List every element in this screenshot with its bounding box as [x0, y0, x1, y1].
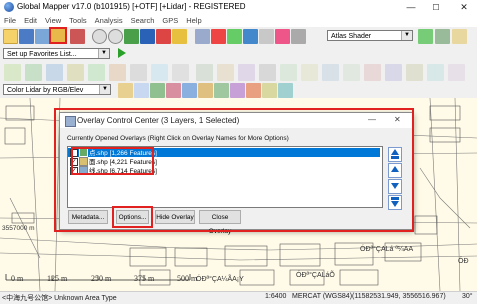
status-area-type: <中海九号公馆> Unknown Area Type: [2, 295, 117, 302]
map-place-label: ÓÐª°ÇALá ª¼AA: [360, 246, 414, 253]
menu-search[interactable]: Search: [127, 15, 159, 27]
path-profile-icon[interactable]: [259, 29, 274, 44]
lighting-icon[interactable]: [435, 29, 450, 44]
lidar-filter-icon[interactable]: [214, 83, 229, 98]
terrain-icon[interactable]: [452, 29, 467, 44]
menu-tools[interactable]: Tools: [65, 15, 91, 27]
rotate-tool-icon[interactable]: [364, 64, 381, 81]
reshape-tool-icon[interactable]: [427, 64, 444, 81]
scale-label-4: 500 m: [177, 274, 198, 283]
home-icon[interactable]: [140, 29, 155, 44]
split-tool-icon[interactable]: [259, 64, 276, 81]
search-icon[interactable]: [243, 29, 258, 44]
point-tool-icon[interactable]: [88, 64, 105, 81]
scale-label-2: 250 m: [91, 274, 112, 283]
insert-vertex-icon[interactable]: [217, 64, 234, 81]
open-folder-icon[interactable]: [3, 29, 18, 44]
status-extra: 30°: [462, 293, 473, 300]
window-title: Global Mapper v17.0 (b101915) [+OTF] [+L…: [17, 2, 246, 11]
measure-icon[interactable]: [195, 29, 210, 44]
shader-options-icon[interactable]: [418, 29, 433, 44]
info-icon[interactable]: [211, 29, 226, 44]
chevron-down-icon: ▼: [98, 49, 109, 58]
measure-tool-icon[interactable]: [172, 64, 189, 81]
menu-gps[interactable]: GPS: [158, 15, 182, 27]
menu-view[interactable]: View: [41, 15, 65, 27]
scale-tool-icon[interactable]: [385, 64, 402, 81]
map-place-label: ÓÐª°ÇA¼ÃA¡Y: [196, 276, 244, 283]
delete-vertex-icon[interactable]: [238, 64, 255, 81]
lidar-class-icon[interactable]: [134, 83, 149, 98]
maximize-button[interactable]: ☐: [424, 0, 448, 15]
edit-tool-icon[interactable]: [4, 64, 21, 81]
refresh-icon[interactable]: [156, 29, 171, 44]
print-icon[interactable]: [35, 29, 50, 44]
main-toolbar: Atlas Shader ▼: [0, 27, 477, 46]
gps-icon[interactable]: [291, 29, 306, 44]
scale-label-0: 0 m: [11, 274, 24, 283]
favorites-toolbar: Set up Favorites List... ▼: [0, 45, 477, 62]
buffer-tool-icon[interactable]: [301, 64, 318, 81]
lidar-source-icon[interactable]: [198, 83, 213, 98]
line-tool-icon[interactable]: [67, 64, 84, 81]
zoom-out-icon[interactable]: [108, 29, 123, 44]
scale-label-3: 375 m: [134, 274, 155, 283]
coordinate-label: 3557000 m: [2, 225, 35, 232]
lidar-intensity-icon[interactable]: [150, 83, 165, 98]
lidar-height-icon[interactable]: [182, 83, 197, 98]
circle-tool-icon[interactable]: [109, 64, 126, 81]
lidar-profile-icon[interactable]: [230, 83, 245, 98]
overlay-icon-highlight: [49, 27, 67, 44]
zoom-in-icon[interactable]: [92, 29, 107, 44]
chevron-down-icon: ▼: [401, 31, 412, 40]
minimize-button[interactable]: —: [399, 0, 423, 15]
range-ring-icon[interactable]: [151, 64, 168, 81]
3d-view-icon[interactable]: [275, 29, 290, 44]
crop-tool-icon[interactable]: [322, 64, 339, 81]
lidar-density-icon[interactable]: [246, 83, 261, 98]
area-tool-icon[interactable]: [46, 64, 63, 81]
menu-analysis[interactable]: Analysis: [91, 15, 127, 27]
dialog-highlight: [54, 108, 414, 232]
lidar-edit-icon[interactable]: [278, 83, 293, 98]
status-scale: 1:6400: [265, 293, 287, 300]
lidar-grid-icon[interactable]: [262, 83, 277, 98]
globe-app-icon: [4, 2, 14, 12]
status-coords: (11582531.949, 3556516.967): [352, 293, 446, 300]
favorites-select[interactable]: Set up Favorites List... ▼: [3, 48, 110, 59]
offset-tool-icon[interactable]: [406, 64, 423, 81]
menu-help[interactable]: Help: [182, 15, 205, 27]
snap-tool-icon[interactable]: [343, 64, 360, 81]
title-bar: Global Mapper v17.0 (b101915) [+OTF] [+L…: [0, 0, 477, 15]
close-button[interactable]: ✕: [452, 0, 476, 15]
lidar-toolbar: Color Lidar by RGB/Elev ▼: [0, 82, 477, 99]
shader-select[interactable]: Atlas Shader ▼: [327, 30, 413, 41]
menu-bar: File Edit View Tools Analysis Search GPS Help: [0, 15, 477, 27]
status-projection: MERCAT (WGS84): [292, 293, 353, 300]
rectangle-tool-icon[interactable]: [130, 64, 147, 81]
save-icon[interactable]: [19, 29, 34, 44]
lidar-elev-icon[interactable]: [118, 83, 133, 98]
lidar-return-icon[interactable]: [166, 83, 181, 98]
status-bar: <中海九号公馆> Unknown Area Type 1:6400 MERCAT…: [0, 291, 477, 304]
menu-file[interactable]: File: [0, 15, 20, 27]
config-icon[interactable]: [70, 29, 85, 44]
digitizer-icon[interactable]: [227, 29, 242, 44]
pan-icon[interactable]: [124, 29, 139, 44]
menu-edit[interactable]: Edit: [20, 15, 41, 27]
smooth-tool-icon[interactable]: [448, 64, 465, 81]
full-view-icon[interactable]: [172, 29, 187, 44]
select-tool-icon[interactable]: [25, 64, 42, 81]
map-place-label: ÓÐª°ÇALáÕ: [296, 272, 335, 279]
run-favorite-icon[interactable]: [118, 48, 126, 58]
move-vertex-icon[interactable]: [196, 64, 213, 81]
scale-label-1: 125 m: [47, 274, 68, 283]
digitizer-toolbar: [0, 61, 477, 83]
combine-tool-icon[interactable]: [280, 64, 297, 81]
chevron-down-icon: ▼: [99, 85, 110, 94]
lidar-color-select[interactable]: Color Lidar by RGB/Elev ▼: [3, 84, 111, 95]
map-place-label: ÓÐ: [458, 258, 469, 265]
